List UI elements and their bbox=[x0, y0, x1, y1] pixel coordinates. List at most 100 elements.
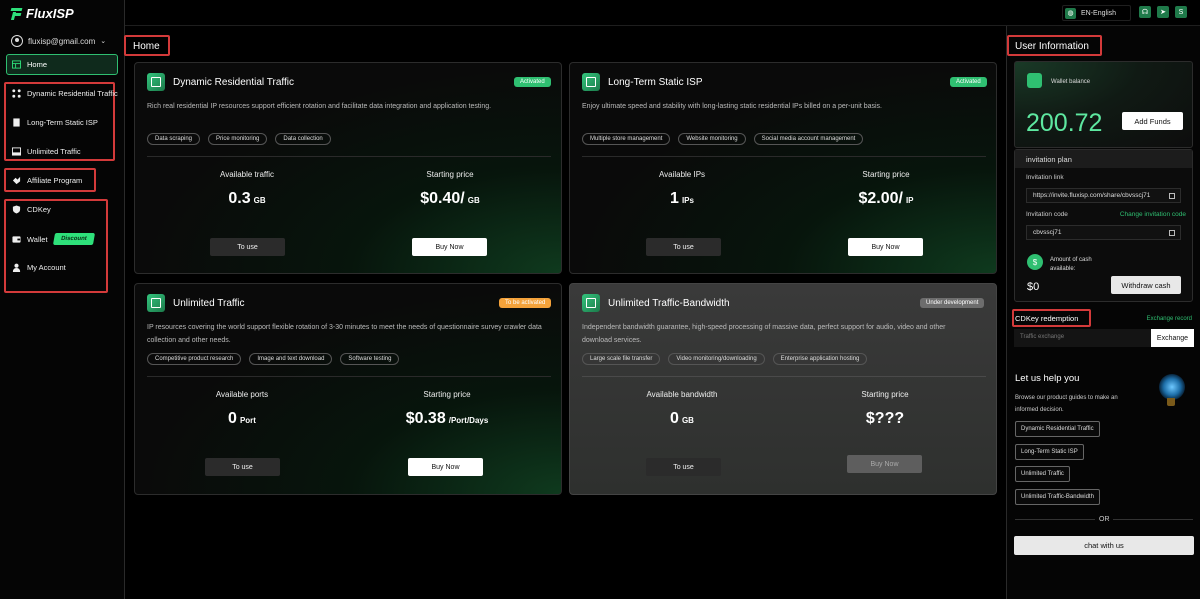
metric-label: Available traffic bbox=[220, 170, 274, 179]
divider bbox=[582, 156, 986, 157]
to-use-button[interactable]: To use bbox=[646, 458, 721, 476]
server-icon bbox=[12, 147, 21, 156]
buy-now-button[interactable]: Buy Now bbox=[412, 238, 487, 256]
help-description: Browse our product guides to make an inf… bbox=[1015, 395, 1118, 413]
user-menu[interactable]: fluxisp@gmail.com ⌄ bbox=[11, 35, 106, 47]
copy-icon[interactable] bbox=[1169, 193, 1175, 199]
status-badge: Under development bbox=[920, 298, 985, 308]
wallet-label: Wallet balance bbox=[1051, 79, 1091, 85]
divider bbox=[1015, 519, 1095, 520]
tag: Software testing bbox=[340, 353, 400, 365]
tag: Data scraping bbox=[147, 133, 201, 145]
exchange-button[interactable]: Exchange bbox=[1151, 329, 1194, 347]
user-email: fluxisp@gmail.com bbox=[28, 36, 96, 46]
buy-now-button[interactable]: Buy Now bbox=[847, 455, 922, 473]
card-title: Dynamic Residential Traffic bbox=[173, 77, 294, 88]
dollar-icon: $ bbox=[1027, 254, 1043, 270]
copy-icon[interactable] bbox=[1169, 230, 1175, 236]
buy-now-button[interactable]: Buy Now bbox=[848, 238, 923, 256]
withdraw-cash-button[interactable]: Withdraw cash bbox=[1111, 276, 1181, 294]
price-label: Starting price bbox=[426, 170, 474, 179]
change-invitation-code-link[interactable]: Change invitation code bbox=[1120, 211, 1186, 218]
language-selector[interactable]: ◍ EN-English bbox=[1062, 5, 1131, 21]
metric-value: 0 Port bbox=[228, 410, 256, 427]
handshake-icon bbox=[12, 176, 21, 185]
avatar bbox=[11, 35, 23, 47]
tag: Data collection bbox=[275, 133, 331, 145]
card-description: Rich real residential IP resources suppo… bbox=[147, 103, 492, 110]
cdkey-input[interactable]: Traffic exchange bbox=[1014, 329, 1151, 347]
sidebar-item-home[interactable]: Home bbox=[6, 54, 118, 75]
server-icon bbox=[147, 294, 165, 312]
tag: Enterprise application hosting bbox=[772, 353, 868, 365]
card-description: Independent bandwidth guarantee, high-sp… bbox=[582, 324, 946, 344]
card-description: Enjoy ultimate speed and stability with … bbox=[582, 103, 882, 110]
tag-list: Multiple store management Website monito… bbox=[582, 133, 864, 145]
sidebar-item-label: Home bbox=[27, 60, 48, 69]
exchange-record-link[interactable]: Exchange record bbox=[1147, 316, 1192, 322]
logo[interactable]: FluxISP bbox=[11, 6, 74, 21]
sidebar-item-label: Affiliate Program bbox=[27, 176, 83, 185]
sidebar-item-unlimited-traffic[interactable]: Unlimited Traffic bbox=[12, 147, 81, 156]
tag-list: Large scale file transfer Video monitori… bbox=[582, 353, 868, 365]
wallet-card: Wallet balance 200.72 Add Funds bbox=[1014, 61, 1193, 148]
invitation-title: invitation plan bbox=[1015, 150, 1192, 168]
network-icon bbox=[12, 89, 21, 98]
skype-icon[interactable]: S bbox=[1175, 6, 1187, 18]
invitation-link-label: Invitation link bbox=[1026, 174, 1064, 181]
guide-link[interactable]: Dynamic Residential Traffic bbox=[1015, 421, 1100, 437]
cash-label: Amount of cash available: bbox=[1050, 257, 1092, 272]
guide-link[interactable]: Unlimited Traffic bbox=[1015, 466, 1070, 482]
tag: Price monitoring bbox=[208, 133, 268, 145]
user-icon bbox=[12, 263, 21, 272]
divider bbox=[1113, 519, 1193, 520]
lightbulb-base bbox=[1167, 398, 1175, 406]
sidebar-item-cdkey[interactable]: CDKey bbox=[12, 205, 51, 214]
sidebar-item-label: Unlimited Traffic bbox=[27, 147, 81, 156]
guide-link[interactable]: Unlimited Traffic-Bandwidth bbox=[1015, 489, 1100, 505]
tag: Large scale file transfer bbox=[582, 353, 661, 365]
guide-link[interactable]: Long-Term Static ISP bbox=[1015, 444, 1084, 460]
status-badge: To be activated bbox=[499, 298, 552, 308]
sidebar-item-static-isp[interactable]: Long-Term Static ISP bbox=[12, 118, 98, 127]
top-bar: ◍ EN-English ☊ ➤ S bbox=[125, 0, 1200, 26]
status-badge: Activated bbox=[514, 77, 551, 87]
sidebar-item-affiliate[interactable]: Affiliate Program bbox=[12, 176, 82, 185]
network-icon bbox=[147, 73, 165, 91]
sidebar-item-wallet[interactable]: Wallet Discount bbox=[12, 233, 95, 245]
wallet-icon bbox=[1027, 73, 1042, 88]
metric-label: Available ports bbox=[215, 390, 269, 399]
buy-now-button[interactable]: Buy Now bbox=[408, 458, 483, 476]
sidebar-item-my-account[interactable]: My Account bbox=[12, 263, 66, 272]
add-funds-button[interactable]: Add Funds bbox=[1122, 112, 1183, 130]
cdkey-title: CDKey redemption bbox=[1015, 314, 1079, 323]
logo-text: FluxISP bbox=[26, 6, 74, 21]
page-title: Home bbox=[133, 41, 160, 52]
sidebar-item-dynamic-residential[interactable]: Dynamic Residential Traffic bbox=[12, 89, 118, 98]
sidebar-item-label: CDKey bbox=[27, 205, 51, 214]
invitation-link-field[interactable]: https://invite.fluxisp.com/share/cbvsscj… bbox=[1026, 188, 1181, 203]
tag: Multiple store management bbox=[582, 133, 671, 145]
sidebar: FluxISP fluxisp@gmail.com ⌄ Home Dynamic… bbox=[0, 0, 125, 599]
price-value: $0.40/GB bbox=[420, 190, 480, 207]
invitation-code-field[interactable]: cbvsscj71 bbox=[1026, 225, 1181, 240]
to-use-button[interactable]: To use bbox=[646, 238, 721, 256]
to-use-button[interactable]: To use bbox=[205, 458, 280, 476]
user-info-panel: User Information Wallet balance 200.72 A… bbox=[1006, 26, 1200, 599]
sidebar-item-label: My Account bbox=[27, 263, 66, 272]
card-title: Unlimited Traffic-Bandwidth bbox=[608, 298, 730, 309]
globe-icon: ◍ bbox=[1065, 7, 1076, 19]
lightbulb-icon bbox=[1159, 374, 1185, 400]
to-use-button[interactable]: To use bbox=[210, 238, 285, 256]
telegram-icon[interactable]: ➤ bbox=[1157, 6, 1169, 18]
card-title: Unlimited Traffic bbox=[173, 298, 245, 309]
price-value: $2.00/IP bbox=[858, 190, 914, 207]
metric-label: Available IPs bbox=[658, 170, 706, 179]
headset-icon[interactable]: ☊ bbox=[1139, 6, 1151, 18]
product-card-unlimited-traffic: Unlimited Traffic To be activated IP res… bbox=[134, 283, 562, 495]
price-label: Starting price bbox=[862, 170, 910, 179]
chat-with-us-button[interactable]: chat with us bbox=[1014, 536, 1194, 555]
or-text: OR bbox=[1099, 516, 1110, 523]
user-info-title: User Information bbox=[1015, 41, 1089, 52]
shield-icon bbox=[12, 205, 21, 214]
